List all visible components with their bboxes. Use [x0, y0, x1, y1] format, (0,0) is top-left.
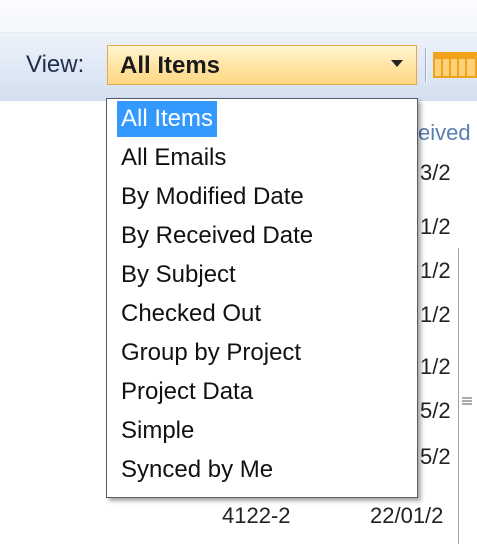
menu-item-project-data[interactable]: Project Data: [117, 374, 257, 410]
row-date: 3/2: [420, 160, 451, 185]
toolbar-separator: [425, 48, 427, 82]
menu-item-group-by-project[interactable]: Group by Project: [117, 335, 305, 371]
outlook-view-window: View: All Items eived 3/2 1/2 1/2 1/2 1/…: [0, 0, 477, 544]
menu-item-synced-by-me[interactable]: Synced by Me: [117, 452, 277, 488]
menu-item-by-subject[interactable]: By Subject: [117, 257, 240, 293]
row-date: 1/2: [420, 214, 451, 239]
view-selector-value: All Items: [120, 52, 221, 79]
row-date: 1/2: [420, 302, 451, 327]
menu-item-by-received-date[interactable]: By Received Date: [117, 218, 317, 254]
row-id: 4122-2: [222, 503, 291, 528]
menu-item-by-modified-date[interactable]: By Modified Date: [117, 179, 308, 215]
title-strip: [0, 0, 477, 32]
received-column-header[interactable]: eived: [418, 120, 471, 146]
row-date: 5/2: [420, 444, 451, 469]
menu-item-checked-out[interactable]: Checked Out: [117, 296, 265, 332]
menu-item-simple[interactable]: Simple: [117, 413, 198, 449]
view-selector[interactable]: All Items: [107, 45, 417, 85]
row-date: 22/01/2: [370, 503, 444, 528]
row-date: 1/2: [420, 354, 451, 379]
column-divider: [458, 248, 459, 544]
menu-item-all-items[interactable]: All Items: [117, 101, 218, 137]
chevron-down-icon[interactable]: [391, 60, 403, 67]
grid-view-icon[interactable]: [433, 52, 477, 78]
menu-item-all-emails[interactable]: All Emails: [117, 140, 230, 176]
resize-grip-icon[interactable]: [462, 396, 472, 406]
row-date: 5/2: [420, 398, 451, 423]
view-dropdown-menu: All Items All Emails By Modified Date By…: [106, 98, 418, 498]
view-label: View:: [26, 51, 85, 78]
row-date: 1/2: [420, 258, 451, 283]
